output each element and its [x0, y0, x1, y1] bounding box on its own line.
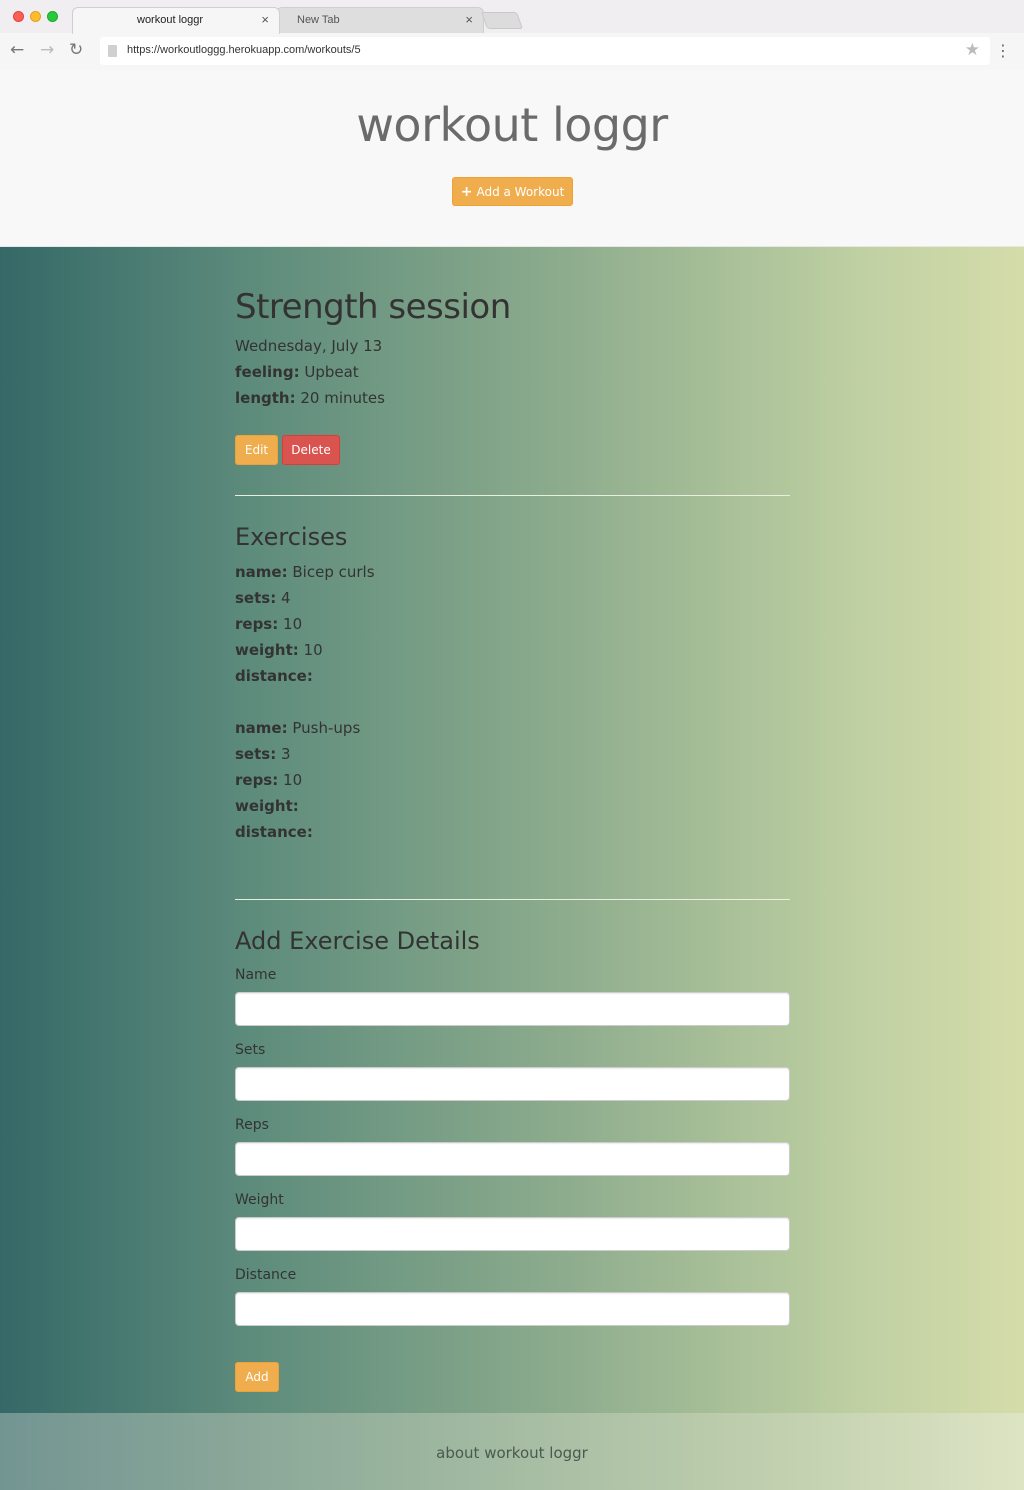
weight-field-label: Weight — [235, 1192, 284, 1208]
new-tab-button[interactable] — [480, 12, 524, 29]
sets-label: sets: — [235, 745, 277, 763]
tab-close-icon[interactable]: × — [261, 12, 269, 27]
name-label: name: — [235, 563, 288, 581]
reps-value: 10 — [283, 615, 303, 633]
exercises-heading: Exercises — [235, 523, 348, 551]
reps-value: 10 — [283, 771, 303, 789]
exercise-name: name: Push-ups — [235, 719, 360, 737]
edit-button[interactable]: Edit — [235, 435, 278, 465]
minimize-window-button[interactable] — [30, 11, 41, 22]
weight-field[interactable] — [235, 1217, 790, 1251]
name-label: name: — [235, 719, 288, 737]
distance-label: distance: — [235, 667, 313, 685]
bookmark-star-icon[interactable]: ★ — [965, 40, 980, 60]
about-link[interactable]: about workout loggr — [0, 1444, 1024, 1462]
exercise-reps: reps: 10 — [235, 615, 302, 633]
maximize-window-button[interactable] — [47, 11, 58, 22]
weight-label: weight: — [235, 797, 299, 815]
distance-field-label: Distance — [235, 1267, 297, 1283]
forward-arrow-icon[interactable]: → — [40, 40, 54, 60]
name-field[interactable] — [235, 992, 790, 1026]
window-controls — [13, 11, 58, 22]
sets-value: 4 — [280, 589, 291, 607]
site-header: workout loggr + Add a Workout — [0, 70, 1024, 247]
workout-length: length: 20 minutes — [235, 389, 385, 407]
sets-field-label: Sets — [235, 1042, 266, 1058]
sets-label: sets: — [235, 589, 277, 607]
weight-label: weight: — [235, 641, 299, 659]
reps-field-label: Reps — [235, 1117, 269, 1133]
back-arrow-icon[interactable]: ← — [10, 40, 24, 60]
exercise-reps: reps: 10 — [235, 771, 302, 789]
browser-menu-icon[interactable]: ⋮ — [995, 41, 1011, 61]
tab-title: New Tab — [297, 14, 340, 26]
workout-date: Wednesday, July 13 — [235, 337, 383, 355]
site-footer: about workout loggr — [0, 1413, 1024, 1490]
reps-label: reps: — [235, 615, 279, 633]
reps-label: reps: — [235, 771, 279, 789]
workout-feeling: feeling: Upbeat — [235, 363, 359, 381]
add-exercise-button[interactable]: Add — [235, 1362, 279, 1392]
distance-field[interactable] — [235, 1292, 790, 1326]
name-value: Bicep curls — [292, 563, 375, 581]
exercise-name: name: Bicep curls — [235, 563, 375, 581]
exercise-distance: distance: — [235, 667, 313, 685]
reps-field[interactable] — [235, 1142, 790, 1176]
browser-toolbar: ← → ↻ https://workoutloggg.herokuapp.com… — [0, 33, 1024, 70]
address-bar[interactable]: https://workoutloggg.herokuapp.com/worko… — [100, 37, 990, 65]
exercise-weight: weight: — [235, 797, 299, 815]
reload-icon[interactable]: ↻ — [69, 40, 83, 60]
sets-field[interactable] — [235, 1067, 790, 1101]
name-value: Push-ups — [292, 719, 361, 737]
delete-button[interactable]: Delete — [282, 435, 340, 465]
tab-title: workout loggr — [137, 14, 204, 26]
exercise-distance: distance: — [235, 823, 313, 841]
tab-strip: workout loggr × New Tab × — [0, 0, 1024, 34]
add-workout-button[interactable]: + Add a Workout — [452, 177, 573, 206]
workout-title: Strength session — [235, 287, 511, 327]
page-icon — [108, 45, 117, 57]
feeling-value: Upbeat — [304, 363, 359, 381]
weight-value: 10 — [303, 641, 323, 659]
divider — [235, 495, 790, 496]
sets-value: 3 — [280, 745, 291, 763]
url-text[interactable]: https://workoutloggg.herokuapp.com/worko… — [127, 44, 361, 56]
tab-close-icon[interactable]: × — [465, 12, 473, 27]
tab-new-tab[interactable]: New Tab × — [276, 7, 484, 34]
name-field-label: Name — [235, 967, 277, 983]
add-workout-label: Add a Workout — [476, 184, 565, 199]
close-window-button[interactable] — [13, 11, 24, 22]
main-content: Strength session Wednesday, July 13 feel… — [0, 247, 1024, 1413]
plus-icon: + — [460, 183, 473, 200]
distance-label: distance: — [235, 823, 313, 841]
exercise-sets: sets: 4 — [235, 589, 291, 607]
tab-workout-loggr[interactable]: workout loggr × — [72, 7, 280, 34]
feeling-label: feeling: — [235, 363, 300, 381]
site-title[interactable]: workout loggr — [0, 98, 1024, 152]
exercise-sets: sets: 3 — [235, 745, 291, 763]
length-value: 20 minutes — [300, 389, 385, 407]
browser-chrome: workout loggr × New Tab × ← → ↻ https://… — [0, 0, 1024, 70]
add-exercise-heading: Add Exercise Details — [235, 927, 480, 955]
exercise-weight: weight: 10 — [235, 641, 323, 659]
length-label: length: — [235, 389, 296, 407]
divider — [235, 899, 790, 900]
